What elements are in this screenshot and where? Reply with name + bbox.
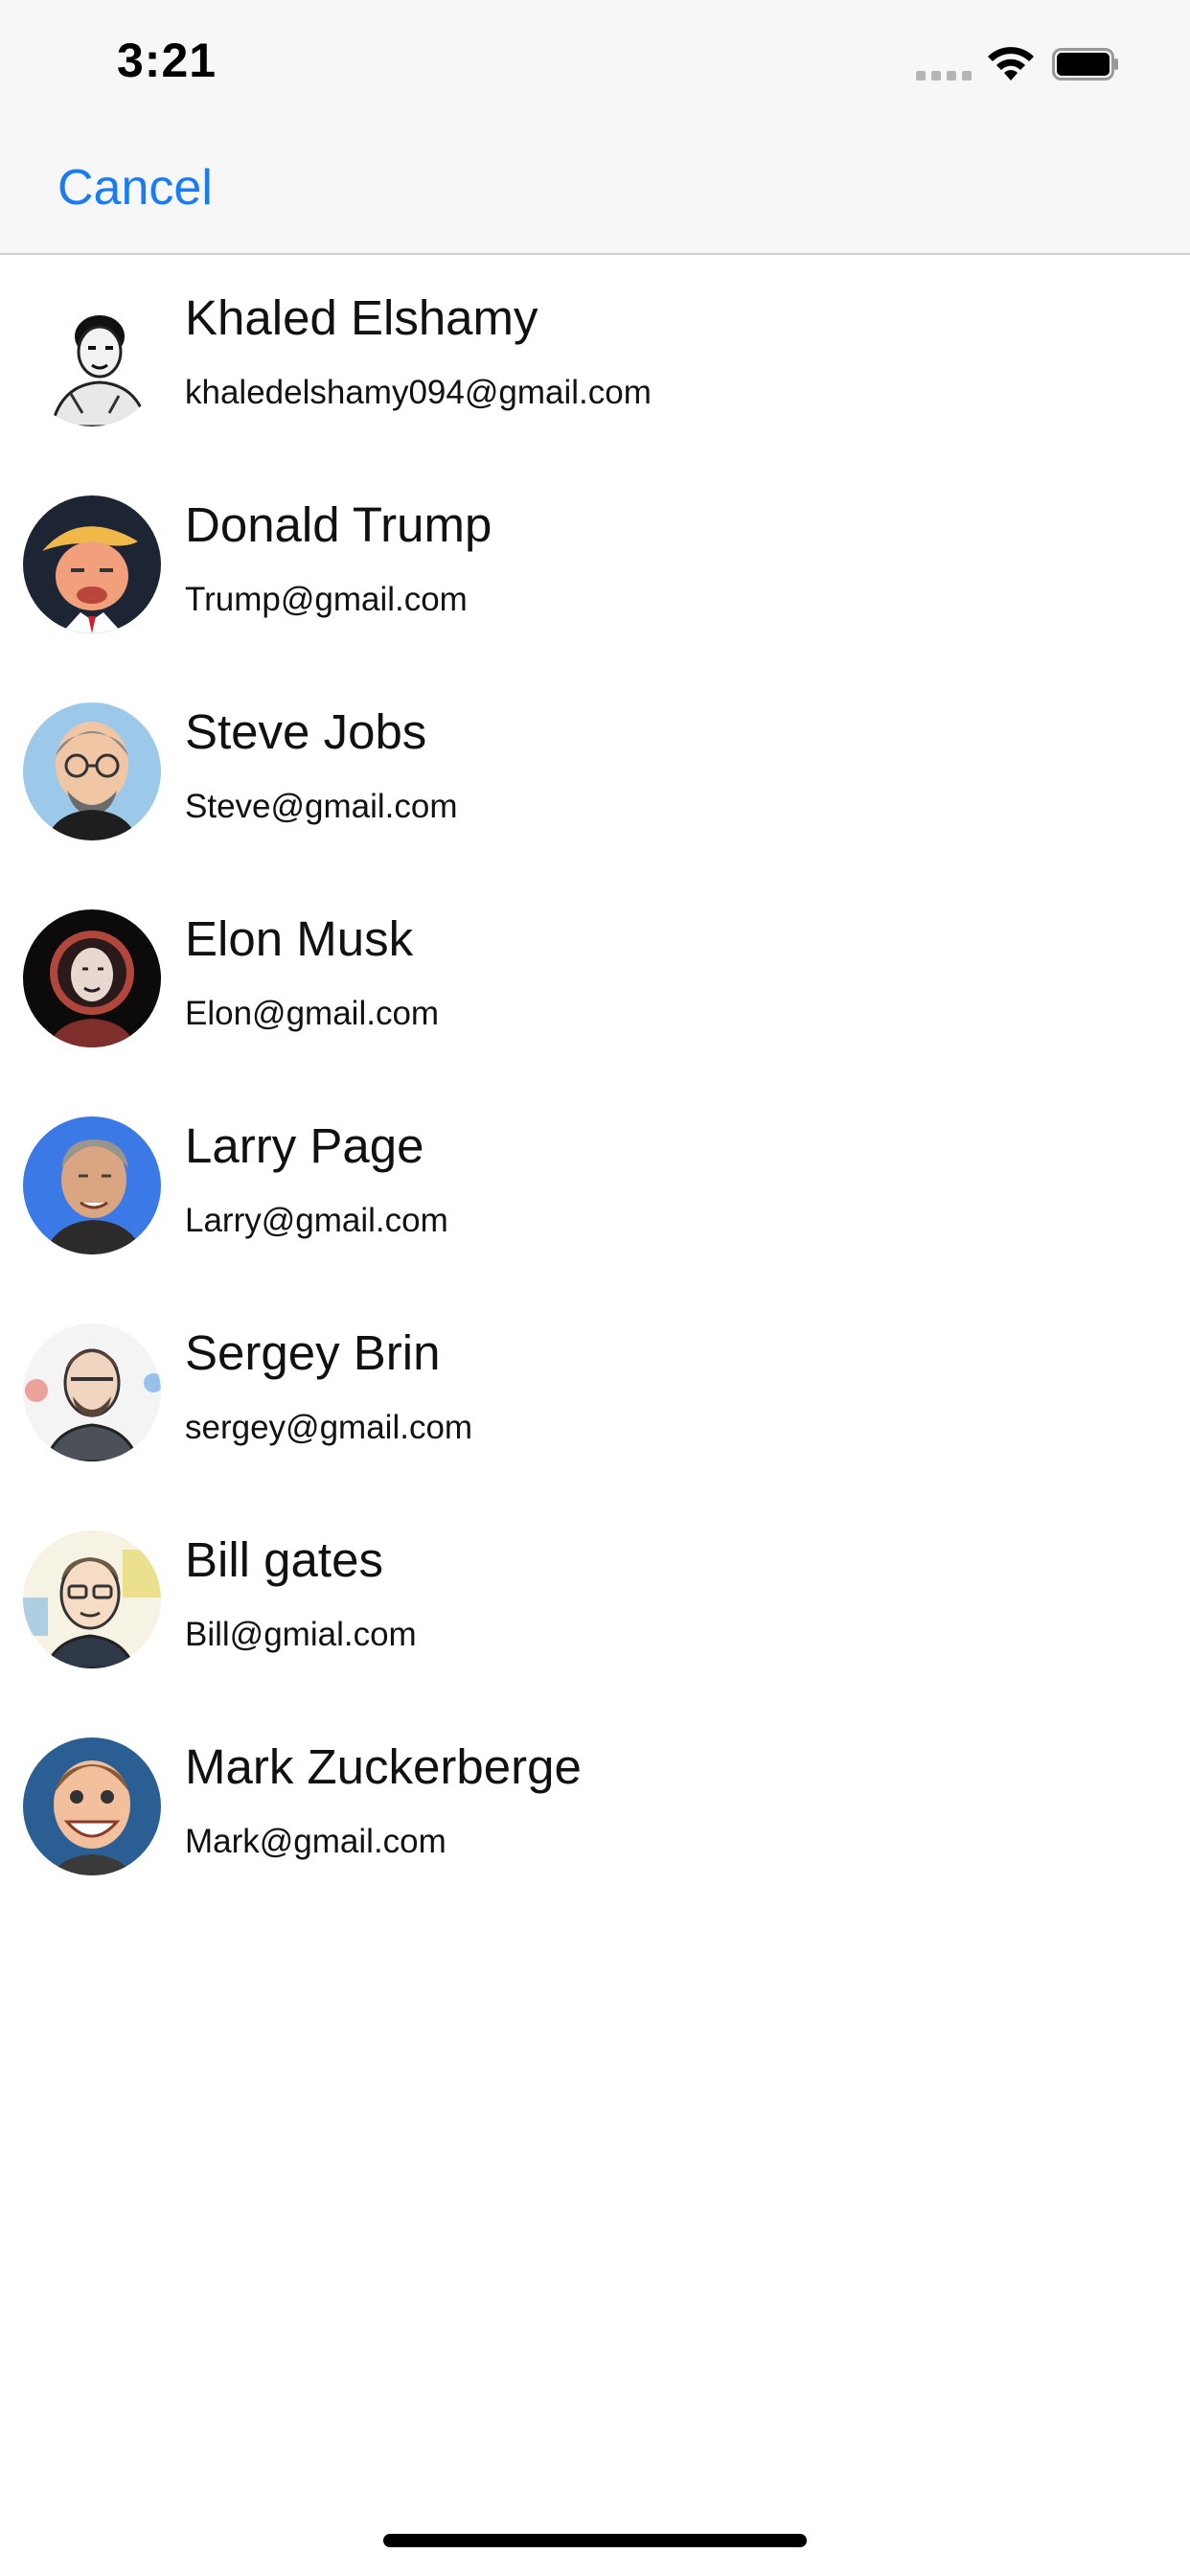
contact-row[interactable]: Larry Page Larry@gmail.com [0,1083,1190,1290]
contact-email: Steve@gmail.com [185,788,458,825]
wifi-icon [988,47,1034,80]
avatar [23,909,161,1047]
contact-name: Mark Zuckerberge [185,1739,582,1794]
avatar [23,702,161,840]
avatar [23,1530,161,1668]
contact-row[interactable]: Mark Zuckerberge Mark@gmail.com [0,1704,1190,1911]
contact-row[interactable]: Steve Jobs Steve@gmail.com [0,669,1190,876]
contact-email: khaledelshamy094@gmail.com [185,374,652,411]
contact-name: Bill gates [185,1532,383,1587]
contact-name: Elon Musk [185,911,414,966]
avatar [23,1116,161,1254]
contacts-list: Khaled Elshamy khaledelshamy094@gmail.co… [0,255,1190,1911]
contact-row[interactable]: Bill gates Bill@gmial.com [0,1497,1190,1704]
home-indicator[interactable] [383,2534,807,2547]
battery-icon [1052,48,1118,80]
contact-row[interactable]: Khaled Elshamy khaledelshamy094@gmail.co… [0,255,1190,462]
contact-email: Trump@gmail.com [185,581,468,618]
contact-row[interactable]: Elon Musk Elon@gmail.com [0,876,1190,1083]
contact-name: Sergey Brin [185,1325,441,1380]
contacts-picker-screen: 3:21 Cancel Khaled Elshamy khaledelshamy… [0,0,1190,2576]
cancel-button[interactable]: Cancel [57,159,213,217]
top-bar: 3:21 Cancel [0,0,1190,255]
contact-row[interactable]: Sergey Brin sergey@gmail.com [0,1290,1190,1497]
contact-email: Elon@gmail.com [185,995,440,1032]
avatar [23,1737,161,1875]
contact-name: Larry Page [185,1118,424,1173]
contact-email: Bill@gmial.com [185,1616,417,1653]
avatar [23,1323,161,1461]
contact-name: Steve Jobs [185,704,427,759]
cellular-signal-icon [916,71,972,80]
avatar [23,288,161,426]
status-time: 3:21 [117,34,217,87]
contact-email: Mark@gmail.com [185,1823,446,1860]
contact-name: Donald Trump [185,497,492,552]
contact-name: Khaled Elshamy [185,290,538,345]
contact-row[interactable]: Donald Trump Trump@gmail.com [0,462,1190,669]
contact-email: sergey@gmail.com [185,1409,473,1446]
contact-email: Larry@gmail.com [185,1202,448,1239]
avatar [23,495,161,633]
